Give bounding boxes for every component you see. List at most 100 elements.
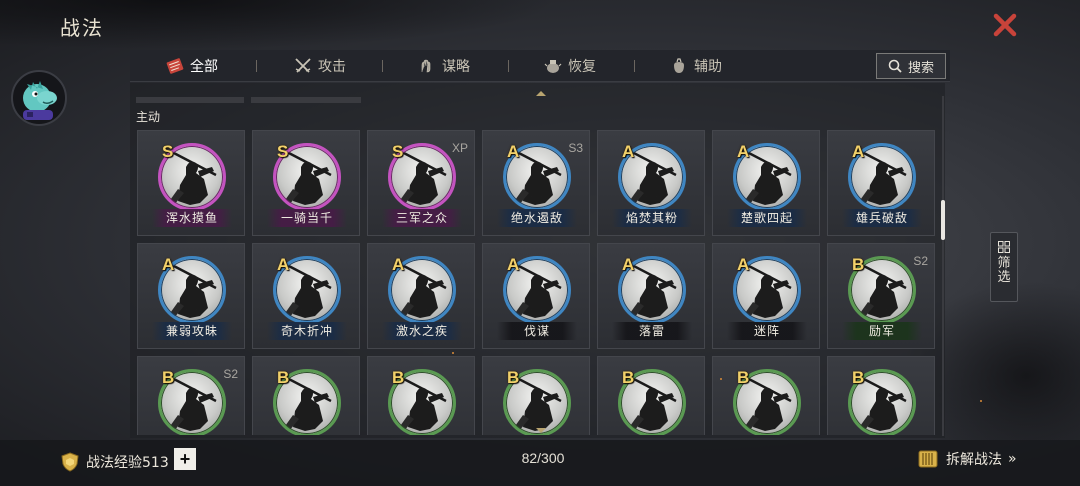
dismantle-button[interactable]: 拆解战法 »: [916, 448, 1017, 470]
tab-support[interactable]: 辅助: [670, 50, 722, 82]
tab-divider: [634, 60, 635, 72]
search-button[interactable]: 搜索: [876, 53, 946, 79]
skill-count: 1/1: [182, 186, 200, 200]
all-scroll-icon: [166, 58, 184, 74]
skill-count: 1/1: [182, 412, 200, 426]
skill-card[interactable]: B 1/1: [827, 356, 935, 435]
scrollbar-thumb[interactable]: [941, 200, 945, 240]
skill-count: 1/1: [757, 412, 775, 426]
season-badge: S2: [913, 254, 928, 268]
skill-name: 一骑当千: [267, 209, 347, 227]
add-exp-button[interactable]: +: [174, 448, 196, 470]
grade-label: B: [507, 368, 520, 387]
skill-name: 迷阵: [727, 322, 807, 340]
grade-label: B: [392, 368, 405, 387]
shield-exp-icon: [61, 452, 79, 472]
skill-count: 1/1: [297, 412, 315, 426]
skill-card[interactable]: A 1/1 焰焚其粉: [597, 130, 705, 236]
skill-name: 三军之众: [382, 209, 462, 227]
grade-label: B: [277, 368, 290, 387]
skill-name: 焰焚其粉: [612, 209, 692, 227]
skill-name: 楚歌四起: [727, 209, 807, 227]
skill-card[interactable]: A 2/2 落雷: [597, 243, 705, 349]
support-bag-icon: [674, 58, 684, 73]
tab-divider: [382, 60, 383, 72]
skill-name: 激水之疾: [382, 322, 462, 340]
partial-card-edge: [136, 97, 244, 103]
crossed-swords-icon: [295, 58, 311, 73]
skill-card[interactable]: A 1/1 伐谋: [482, 243, 590, 349]
season-badge: S2: [223, 367, 238, 381]
skill-card[interactable]: S 1/1 浑水摸鱼: [137, 130, 245, 236]
tab-attack[interactable]: 攻击: [294, 50, 346, 82]
tab-label: 攻击: [318, 59, 346, 75]
skill-card[interactable]: S XP 1/1 三军之众: [367, 130, 475, 236]
tab-strategy[interactable]: 谋略: [418, 50, 470, 82]
scroll-up-arrow-icon[interactable]: [536, 91, 546, 96]
scrollbar-track[interactable]: [942, 96, 944, 436]
skill-capacity: 82/300: [521, 450, 565, 466]
tab-divider: [256, 60, 257, 72]
grade-label: A: [507, 255, 520, 274]
grade-label: S: [392, 142, 404, 161]
grade-label: A: [622, 142, 635, 161]
recovery-pot-icon: [544, 60, 562, 73]
skill-name: 兼弱攻昧: [152, 322, 232, 340]
skill-name: 奇木折冲: [267, 322, 347, 340]
skill-card[interactable]: A 1/1 雄兵破敌: [827, 130, 935, 236]
close-icon: [993, 13, 1017, 37]
scroll-down-arrow-icon[interactable]: [536, 428, 546, 433]
skill-count: 1/1: [642, 186, 660, 200]
close-button[interactable]: [990, 10, 1020, 40]
ember-spark: [452, 352, 454, 354]
skill-count: 1/1: [412, 299, 430, 313]
tab-label: 恢复: [568, 59, 596, 75]
skill-name: 绝水遏敌: [497, 209, 577, 227]
tab-all[interactable]: 全部: [166, 50, 218, 82]
skill-card[interactable]: A 2/2 迷阵: [712, 243, 820, 349]
grade-label: A: [162, 255, 175, 274]
grade-label: A: [852, 142, 865, 161]
skill-card[interactable]: A 1/1 激水之疾: [367, 243, 475, 349]
skill-count: 1/1: [527, 412, 545, 426]
grade-label: A: [277, 255, 290, 274]
double-chevron-right-icon: »: [1008, 451, 1017, 467]
skill-card[interactable]: B 1/1: [252, 356, 360, 435]
skill-card[interactable]: A 1/1 兼弱攻昧: [137, 243, 245, 349]
skill-card[interactable]: B 1/1: [482, 356, 590, 435]
grade-label: A: [392, 255, 405, 274]
skill-card[interactable]: B 1/1: [597, 356, 705, 435]
skill-card[interactable]: B S2 1/1 励军: [827, 243, 935, 349]
skill-card[interactable]: A 1/1 楚歌四起: [712, 130, 820, 236]
filter-label: 选: [997, 270, 1011, 285]
grade-label: A: [737, 255, 750, 274]
skill-count: 2/2: [757, 299, 775, 313]
exp-label: 战法经验513: [86, 455, 169, 471]
skill-card[interactable]: B 1/1: [367, 356, 475, 435]
skill-card[interactable]: B 1/1: [712, 356, 820, 435]
skill-grid: S 1/1 浑水摸鱼 S 1/1 一骑当千 S XP 1/1 三军之众 A S3 1/1 绝水遏敌 A 1/1…: [137, 130, 942, 435]
search-icon: [888, 59, 902, 73]
avatar[interactable]: [11, 70, 67, 126]
skill-count: 2/2: [642, 299, 660, 313]
tab-label: 谋略: [442, 59, 470, 75]
page-title: 战法: [60, 16, 104, 40]
skill-count: 1/1: [527, 186, 545, 200]
tab-recovery[interactable]: 恢复: [544, 50, 596, 82]
skill-count: 1/1: [297, 186, 315, 200]
filter-button[interactable]: 筛 选: [990, 232, 1018, 302]
partial-card-edge: [251, 97, 361, 103]
grade-label: S: [277, 142, 289, 161]
skill-card[interactable]: B S2 1/1: [137, 356, 245, 435]
grade-label: B: [162, 368, 175, 387]
tab-label: 辅助: [694, 59, 722, 75]
skill-count: 1/1: [872, 186, 890, 200]
ember-spark: [720, 378, 722, 380]
grade-label: A: [737, 142, 750, 161]
skill-card[interactable]: A S3 1/1 绝水遏敌: [482, 130, 590, 236]
skill-card[interactable]: S 1/1 一骑当千: [252, 130, 360, 236]
scroll-bundle-icon: [918, 450, 938, 468]
skill-card[interactable]: A 1/1 奇木折冲: [252, 243, 360, 349]
grade-label: B: [737, 368, 750, 387]
skill-count: 1/1: [872, 299, 890, 313]
